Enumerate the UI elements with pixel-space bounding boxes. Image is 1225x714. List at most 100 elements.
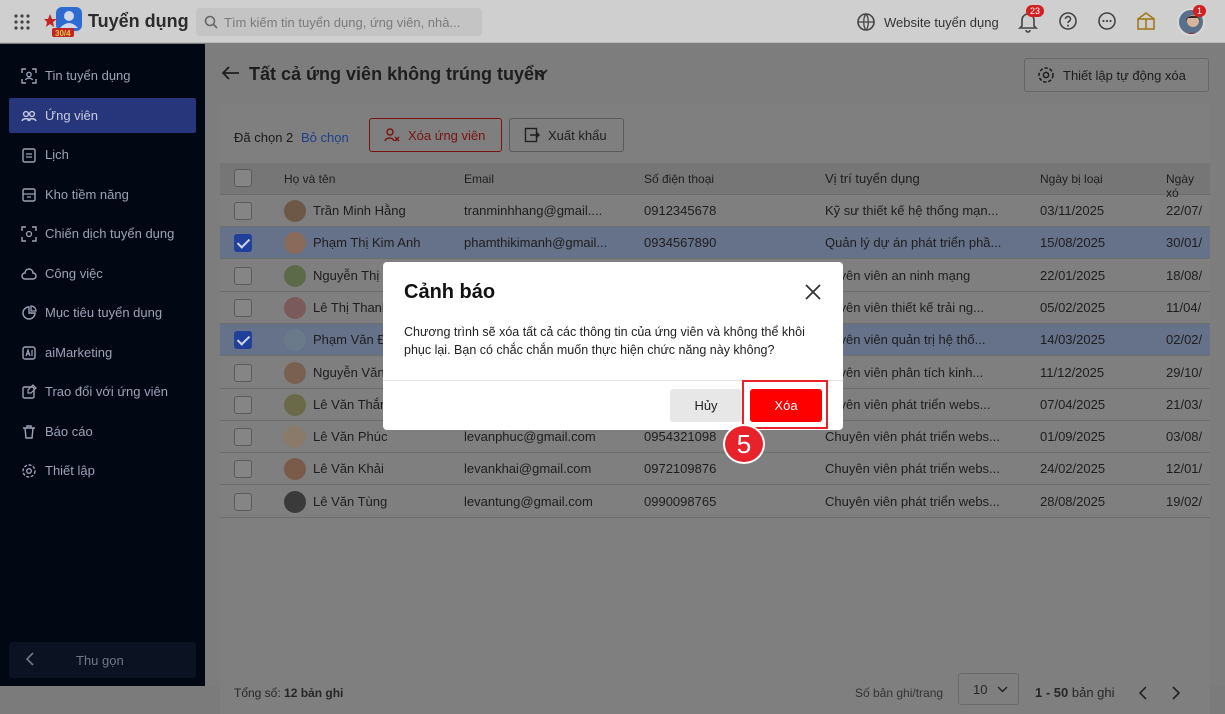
cell-phone: 0990098765: [644, 493, 717, 509]
cell-phone: 0954321098: [644, 429, 717, 445]
row-checkbox[interactable]: [234, 428, 252, 447]
export-button[interactable]: Xuất khẩu: [509, 118, 624, 152]
sidebar-item-reports[interactable]: Báo cáo: [9, 414, 196, 449]
scan-user-icon: [21, 67, 37, 84]
cell-name[interactable]: Lê Văn Thắn: [313, 397, 387, 412]
row-checkbox[interactable]: [234, 266, 252, 285]
brand-title: Tuyển dụng: [88, 11, 189, 31]
row-checkbox[interactable]: [234, 460, 252, 479]
website-button[interactable]: Website tuyển dụng: [856, 10, 999, 34]
table-row[interactable]: Lê Văn Khải levankhai@gmail.com 0972109876…: [220, 453, 1210, 486]
search-input[interactable]: [224, 13, 474, 31]
auto-delete-settings-button[interactable]: Thiết lập tự động xóa: [1024, 58, 1209, 92]
sidebar-item-messages[interactable]: Trao đổi với ứng viên: [9, 374, 196, 409]
row-checkbox[interactable]: [234, 363, 252, 382]
next-page-icon[interactable]: [1171, 686, 1181, 700]
chat-edit-icon: [22, 383, 37, 399]
app-grid-icon[interactable]: [14, 14, 30, 30]
sidebar-item-aimarketing[interactable]: aiMarketing: [9, 335, 196, 370]
cell-name[interactable]: Phạm Văn Đ: [313, 332, 387, 347]
row-checkbox[interactable]: [234, 395, 252, 414]
cell-phone: 0934567890: [644, 235, 717, 251]
archive-icon: [22, 187, 36, 202]
close-icon[interactable]: [804, 283, 822, 301]
candidate-avatar: [284, 264, 306, 287]
cell-rejected-date: 01/09/2025: [1040, 429, 1106, 445]
sidebar-item-job-posts[interactable]: Tin tuyển dụng: [9, 58, 196, 93]
gear-icon: [1038, 67, 1054, 83]
cell-rejected-date: 03/11/2025: [1040, 203, 1105, 218]
help-icon[interactable]: [1058, 11, 1078, 31]
cell-position: huyên viên quản trị hệ thố...: [825, 332, 986, 348]
sidebar-item-label: Công việc: [45, 266, 103, 281]
app-logo[interactable]: 30/4: [44, 6, 86, 38]
user-remove-icon: [384, 128, 400, 142]
table-row[interactable]: Trần Minh Hằng tranminhhang@gmail.... 0912…: [220, 195, 1210, 227]
cell-email: levankhai@gmail.com: [464, 461, 592, 477]
cell-phone: 0972109876: [644, 461, 717, 477]
row-checkbox[interactable]: [234, 492, 252, 511]
row-checkbox[interactable]: [234, 331, 252, 350]
row-checkbox[interactable]: [234, 298, 252, 317]
back-arrow-icon[interactable]: [222, 66, 240, 80]
avatar-badge: 1: [1193, 5, 1207, 17]
header-phone[interactable]: Số điện thoại: [644, 172, 714, 186]
sidebar-item-candidates[interactable]: Ứng viên: [9, 98, 196, 133]
row-checkbox[interactable]: [234, 202, 252, 220]
cell-email: tranminhhang@gmail....: [464, 203, 603, 218]
cell-name[interactable]: Lê Văn Phúc: [313, 429, 387, 444]
cell-deleted-date: 30/01/: [1166, 235, 1203, 251]
prev-page-icon[interactable]: [1138, 686, 1148, 700]
candidate-avatar: [284, 393, 306, 416]
candidate-avatar: [284, 426, 306, 449]
total-records: Tổng số: 12 bản ghi: [234, 686, 343, 700]
cell-position: Chuyên viên phát triển webs...: [825, 429, 1000, 445]
sidebar: Tin tuyển dụng Ứng viên Lịch Kho tiềm nă…: [0, 44, 205, 686]
cell-name[interactable]: Lê Văn Khải: [313, 461, 384, 476]
sidebar-item-calendar[interactable]: Lịch: [9, 137, 196, 172]
sidebar-item-goals[interactable]: Mục tiêu tuyển dụng: [9, 295, 196, 330]
cell-name[interactable]: Lê Thị Thanh: [313, 300, 389, 315]
header-email[interactable]: Email: [464, 172, 494, 186]
range-value: 1 - 50: [1035, 685, 1069, 700]
cell-position: Kỹ sư thiết kế hệ thống mạn...: [825, 203, 999, 218]
table-row[interactable]: Phạm Thị Kim Anh phamthikimanh@gmail... 09…: [220, 227, 1210, 260]
page-title: Tất cả ứng viên không trúng tuyển: [249, 64, 546, 84]
sidebar-item-tasks[interactable]: Công việc: [9, 256, 196, 291]
cell-name[interactable]: Trần Minh Hằng: [313, 203, 406, 218]
header-rejected-date[interactable]: Ngày bị loại: [1040, 172, 1103, 186]
header-name[interactable]: Họ và tên: [284, 172, 335, 186]
cell-name[interactable]: Phạm Thị Kim Anh: [313, 235, 420, 250]
header-position[interactable]: Vị trí tuyển dụng: [825, 171, 920, 186]
search-icon: [204, 15, 218, 29]
cell-email: phamthikimanh@gmail...: [464, 235, 608, 251]
global-search[interactable]: [196, 8, 482, 36]
cell-email: levanphuc@gmail.com: [464, 429, 596, 445]
cell-position: huyên viên thiết kế trải ng...: [825, 299, 984, 315]
selected-count: Đã chọn 2: [234, 130, 294, 145]
cell-name[interactable]: Lê Văn Tùng: [313, 494, 387, 509]
gift-icon[interactable]: [1136, 11, 1156, 31]
table-row[interactable]: Lê Văn Tùng levantung@gmail.com 0990098765…: [220, 486, 1210, 518]
auto-delete-label: Thiết lập tự động xóa: [1063, 67, 1186, 83]
sidebar-item-talent-pool[interactable]: Kho tiềm năng: [9, 177, 196, 212]
cell-name[interactable]: Nguyễn Văn: [313, 365, 385, 380]
sidebar-item-campaigns[interactable]: Chiến dịch tuyển dụng: [9, 216, 196, 251]
target-chart-icon: [22, 304, 37, 320]
sidebar-item-settings[interactable]: Thiết lập: [9, 453, 196, 488]
collapse-sidebar-button[interactable]: Thu gọn: [9, 642, 196, 678]
select-all-checkbox[interactable]: [234, 169, 252, 187]
export-label: Xuất khẩu: [548, 127, 607, 143]
delete-candidates-button[interactable]: Xóa ứng viên: [369, 118, 502, 152]
cell-name[interactable]: Nguyễn Thị: [313, 268, 379, 283]
range-suffix: bản ghi: [1071, 685, 1115, 700]
cancel-button[interactable]: Hủy: [670, 389, 742, 422]
export-icon: [524, 127, 540, 143]
collapse-label: Thu gọn: [76, 653, 124, 668]
per-page-select[interactable]: 10: [958, 673, 1019, 705]
unselect-link[interactable]: Bỏ chọn: [301, 130, 349, 145]
more-icon[interactable]: [1097, 11, 1117, 31]
row-checkbox[interactable]: [234, 234, 252, 253]
page-range: 1 - 50 bản ghi: [1035, 685, 1115, 700]
chevron-down-icon[interactable]: [533, 68, 549, 78]
